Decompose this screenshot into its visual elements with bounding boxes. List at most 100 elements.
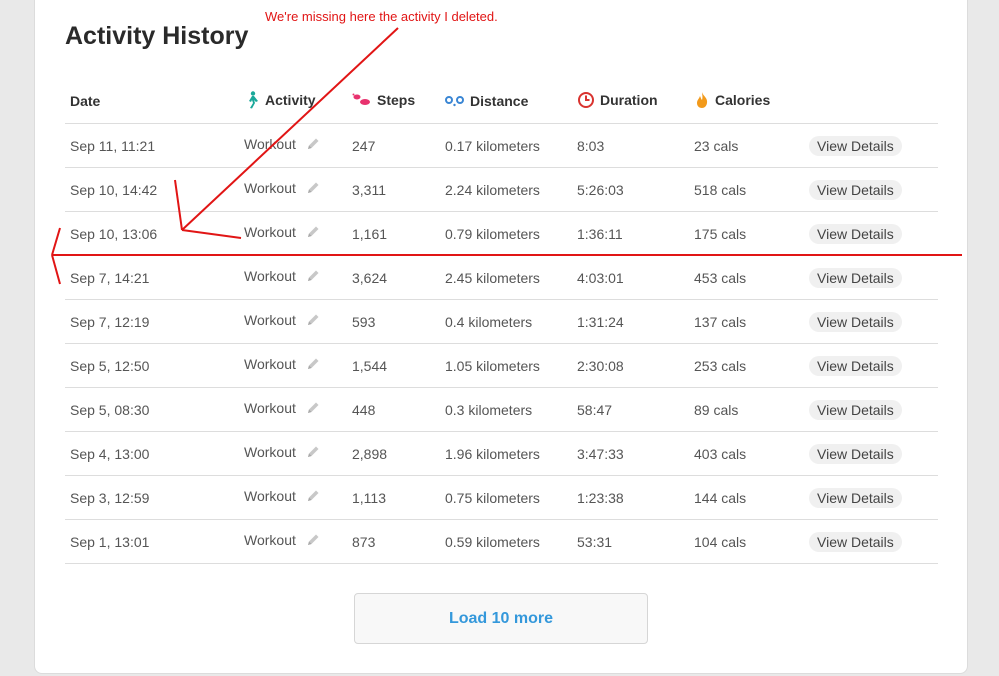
header-calories[interactable]: Calories — [694, 79, 809, 124]
cell-duration: 2:30:08 — [577, 343, 694, 388]
table-row: Sep 10, 13:06 Workout 1,161 0.79 kilomet… — [65, 211, 938, 256]
header-date[interactable]: Date — [65, 79, 244, 124]
annotation-text: We're missing here the activity I delete… — [265, 9, 498, 24]
view-details-button[interactable]: View Details — [809, 399, 902, 420]
cell-duration: 8:03 — [577, 123, 694, 168]
cell-activity: Workout — [244, 387, 352, 432]
cell-date: Sep 7, 12:19 — [65, 299, 244, 344]
clock-icon — [577, 91, 595, 109]
cell-calories: 253 cals — [694, 343, 809, 388]
cell-steps: 3,311 — [352, 167, 445, 212]
cell-activity: Workout — [244, 519, 352, 564]
activity-name[interactable]: Workout — [244, 180, 296, 196]
footprints-icon — [352, 93, 372, 107]
cell-steps: 1,113 — [352, 475, 445, 520]
cell-activity: Workout — [244, 431, 352, 476]
pencil-icon[interactable] — [305, 312, 321, 331]
cell-activity: Workout — [244, 255, 352, 300]
cell-activity: Workout — [244, 299, 352, 344]
view-details-button[interactable]: View Details — [809, 355, 902, 376]
cell-calories: 23 cals — [694, 123, 809, 168]
pencil-icon[interactable] — [305, 180, 321, 199]
activity-name[interactable]: Workout — [244, 224, 296, 240]
activity-table: Date Activity Steps Distance Duration Ca… — [65, 79, 938, 564]
activity-name[interactable]: Workout — [244, 268, 296, 284]
cell-action: View Details — [809, 255, 938, 300]
table-row: Sep 11, 11:21 Workout 247 0.17 kilometer… — [65, 123, 938, 168]
activity-name[interactable]: Workout — [244, 532, 296, 548]
activity-name[interactable]: Workout — [244, 400, 296, 416]
cell-calories: 104 cals — [694, 519, 809, 564]
activity-name[interactable]: Workout — [244, 488, 296, 504]
cell-action: View Details — [809, 299, 938, 344]
table-row: Sep 3, 12:59 Workout 1,113 0.75 kilomete… — [65, 475, 938, 520]
cell-calories: 89 cals — [694, 387, 809, 432]
cell-distance: 1.05 kilometers — [445, 343, 577, 388]
cell-action: View Details — [809, 211, 938, 256]
cell-steps: 873 — [352, 519, 445, 564]
cell-date: Sep 10, 13:06 — [65, 211, 244, 256]
cell-distance: 1.96 kilometers — [445, 431, 577, 476]
activity-name[interactable]: Workout — [244, 356, 296, 372]
header-actions — [809, 79, 938, 124]
view-details-button[interactable]: View Details — [809, 179, 902, 200]
cell-date: Sep 11, 11:21 — [65, 123, 244, 168]
cell-calories: 518 cals — [694, 167, 809, 212]
cell-duration: 1:31:24 — [577, 299, 694, 344]
view-details-button[interactable]: View Details — [809, 443, 902, 464]
view-details-button[interactable]: View Details — [809, 487, 902, 508]
cell-activity: Workout — [244, 211, 352, 256]
cell-steps: 448 — [352, 387, 445, 432]
cell-calories: 137 cals — [694, 299, 809, 344]
pencil-icon[interactable] — [305, 488, 321, 507]
table-row: Sep 4, 13:00 Workout 2,898 1.96 kilomete… — [65, 431, 938, 476]
pencil-icon[interactable] — [305, 532, 321, 551]
cell-distance: 0.3 kilometers — [445, 387, 577, 432]
table-row: Sep 5, 12:50 Workout 1,544 1.05 kilomete… — [65, 343, 938, 388]
cell-distance: 0.4 kilometers — [445, 299, 577, 344]
cell-steps: 593 — [352, 299, 445, 344]
cell-action: View Details — [809, 387, 938, 432]
view-details-button[interactable]: View Details — [809, 135, 902, 156]
view-details-button[interactable]: View Details — [809, 311, 902, 332]
cell-action: View Details — [809, 167, 938, 212]
header-steps[interactable]: Steps — [352, 79, 445, 124]
view-details-button[interactable]: View Details — [809, 223, 902, 244]
pencil-icon[interactable] — [305, 268, 321, 287]
cell-activity: Workout — [244, 343, 352, 388]
pencil-icon[interactable] — [305, 136, 321, 155]
activity-name[interactable]: Workout — [244, 136, 296, 152]
cell-duration: 4:03:01 — [577, 255, 694, 300]
cell-activity: Workout — [244, 167, 352, 212]
cell-distance: 2.24 kilometers — [445, 167, 577, 212]
header-duration[interactable]: Duration — [577, 79, 694, 124]
pencil-icon[interactable] — [305, 400, 321, 419]
cell-steps: 1,544 — [352, 343, 445, 388]
cell-steps: 247 — [352, 123, 445, 168]
view-details-button[interactable]: View Details — [809, 267, 902, 288]
activity-name[interactable]: Workout — [244, 444, 296, 460]
cell-date: Sep 5, 08:30 — [65, 387, 244, 432]
cell-duration: 1:36:11 — [577, 211, 694, 256]
walking-person-icon — [244, 90, 260, 109]
pencil-icon[interactable] — [305, 444, 321, 463]
cell-steps: 3,624 — [352, 255, 445, 300]
cell-activity: Workout — [244, 123, 352, 168]
cell-activity: Workout — [244, 475, 352, 520]
view-details-button[interactable]: View Details — [809, 531, 902, 552]
cell-steps: 1,161 — [352, 211, 445, 256]
header-distance[interactable]: Distance — [445, 79, 577, 124]
table-header-row: Date Activity Steps Distance Duration Ca… — [65, 79, 938, 124]
cell-action: View Details — [809, 475, 938, 520]
cell-duration: 58:47 — [577, 387, 694, 432]
pencil-icon[interactable] — [305, 224, 321, 243]
cell-distance: 0.17 kilometers — [445, 123, 577, 168]
cell-calories: 453 cals — [694, 255, 809, 300]
header-activity[interactable]: Activity — [244, 79, 352, 124]
page-title: Activity History — [65, 22, 249, 50]
activity-name[interactable]: Workout — [244, 312, 296, 328]
pencil-icon[interactable] — [305, 356, 321, 375]
cell-action: View Details — [809, 343, 938, 388]
load-more-button[interactable]: Load 10 more — [354, 593, 648, 644]
cell-action: View Details — [809, 431, 938, 476]
